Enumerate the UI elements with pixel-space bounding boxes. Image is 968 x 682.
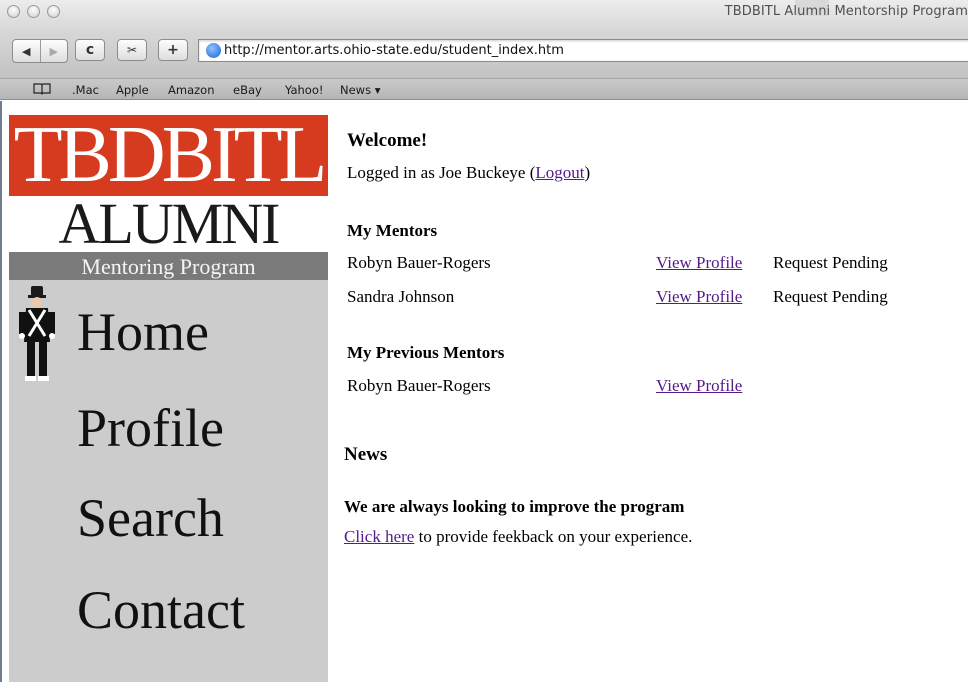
nav-contact-link[interactable]: Contact: [77, 580, 245, 640]
sidebar: TBDBITL ALUMNI Mentoring Program Home Pr…: [9, 115, 328, 682]
nav-search-link[interactable]: Search: [77, 488, 224, 548]
add-bookmark-button[interactable]: +: [158, 39, 188, 61]
bookmark-ebay[interactable]: eBay: [233, 83, 262, 97]
news-item-title: We are always looking to improve the pro…: [344, 497, 685, 516]
mentor-view-profile-link[interactable]: View Profile: [656, 253, 742, 273]
reload-button[interactable]: c: [75, 39, 105, 61]
zoom-window-button[interactable]: [47, 5, 60, 18]
web-page: TBDBITL ALUMNI Mentoring Program Home Pr…: [0, 101, 968, 682]
bookmark-news-menu[interactable]: News ▾: [340, 83, 381, 97]
band-member-icon: [19, 286, 55, 381]
news-heading: News: [344, 444, 388, 465]
logout-link[interactable]: Logout: [535, 163, 584, 182]
logged-in-line: Logged in as Joe Buckeye (Logout): [347, 163, 590, 183]
browser-toolbar: ◀ ▶ c ✂ + http://mentor.arts.ohio-state.…: [0, 36, 968, 78]
window-title: TBDBITL Alumni Mentorship Program: [724, 4, 968, 19]
snip-button[interactable]: ✂: [117, 39, 147, 61]
logo-tbdbitl: TBDBITL: [9, 115, 328, 196]
logo-alumni: ALUMNI: [9, 191, 328, 256]
previous-mentor-view-profile-link[interactable]: View Profile: [656, 376, 742, 396]
open-book-icon-svg: [33, 83, 51, 95]
logged-in-suffix: ): [584, 163, 591, 182]
mentor-name: Robyn Bauer-Rogers: [347, 253, 491, 272]
back-button[interactable]: ◀: [13, 40, 40, 62]
globe-icon: [206, 43, 221, 58]
forward-button[interactable]: ▶: [39, 40, 68, 62]
logo-tbdbitl-text: TBDBITL: [13, 115, 328, 196]
welcome-heading: Welcome!: [347, 130, 428, 151]
previous-mentor-name: Robyn Bauer-Rogers: [347, 376, 491, 395]
feedback-link[interactable]: Click here: [344, 527, 414, 546]
bookmark-apple[interactable]: Apple: [116, 83, 149, 97]
url-text[interactable]: http://mentor.arts.ohio-state.edu/studen…: [224, 43, 564, 58]
logged-in-prefix: Logged in as Joe Buckeye (: [347, 163, 536, 182]
bookmarks-bar: .Mac Apple Amazon eBay Yahoo! News ▾: [0, 78, 968, 100]
mentor-name: Sandra Johnson: [347, 287, 455, 306]
history-buttons: ◀ ▶: [12, 39, 68, 63]
nav-home-link[interactable]: Home: [77, 302, 209, 362]
bookmark-mac[interactable]: .Mac: [72, 83, 99, 97]
my-mentors-heading: My Mentors: [347, 221, 438, 240]
mentor-status: Request Pending: [773, 287, 888, 306]
minimize-window-button[interactable]: [27, 5, 40, 18]
window-left-edge: [0, 101, 2, 682]
nav-profile-link[interactable]: Profile: [77, 398, 224, 458]
address-bar[interactable]: http://mentor.arts.ohio-state.edu/studen…: [198, 39, 968, 62]
bookmark-yahoo[interactable]: Yahoo!: [285, 83, 323, 97]
logo-subtitle-bar: Mentoring Program: [9, 252, 328, 280]
bookmark-amazon[interactable]: Amazon: [168, 83, 214, 97]
open-book-icon[interactable]: [33, 82, 51, 98]
feedback-text: to provide feekback on your experience.: [414, 527, 693, 546]
previous-mentors-heading: My Previous Mentors: [347, 343, 505, 362]
feedback-line: Click here to provide feekback on your e…: [344, 527, 692, 547]
logo-subtitle: Mentoring Program: [81, 254, 256, 279]
mentor-status: Request Pending: [773, 253, 888, 272]
logo-alumni-text: ALUMNI: [58, 191, 281, 256]
close-window-button[interactable]: [7, 5, 20, 18]
window-titlebar: TBDBITL Alumni Mentorship Program: [0, 0, 968, 37]
mentor-view-profile-link[interactable]: View Profile: [656, 287, 742, 307]
